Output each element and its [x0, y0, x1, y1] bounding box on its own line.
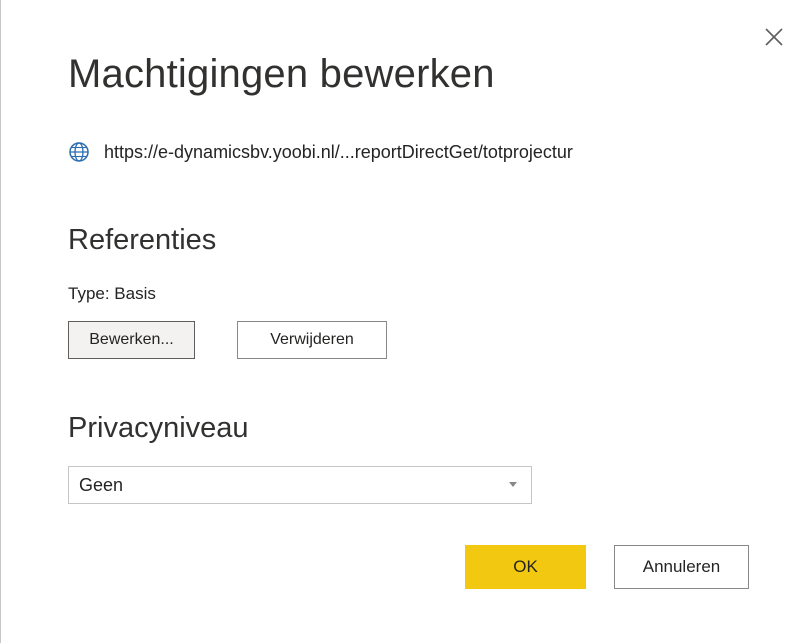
delete-credentials-button[interactable]: Verwijderen [237, 321, 387, 359]
dialog-title: Machtigingen bewerken [68, 52, 495, 96]
globe-icon [69, 142, 89, 162]
edit-permissions-dialog: Machtigingen bewerken https://e-dynamics… [0, 0, 800, 643]
privacy-level-value: Geen [79, 474, 124, 495]
privacy-level-select[interactable]: Geen [68, 466, 532, 504]
credentials-heading: Referenties [68, 224, 217, 256]
cancel-button[interactable]: Annuleren [614, 545, 749, 589]
data-source-url: https://e-dynamicsbv.yoobi.nl/...reportD… [68, 138, 758, 166]
credential-type-label: Type: Basis [68, 284, 156, 303]
privacy-level-heading: Privacyniveau [68, 412, 249, 444]
url-text: https://e-dynamicsbv.yoobi.nl/...reportD… [104, 141, 573, 162]
chevron-down-icon [509, 482, 517, 487]
edit-credentials-button[interactable]: Bewerken... [68, 321, 195, 359]
ok-button[interactable]: OK [465, 545, 586, 589]
close-icon[interactable] [761, 24, 787, 50]
